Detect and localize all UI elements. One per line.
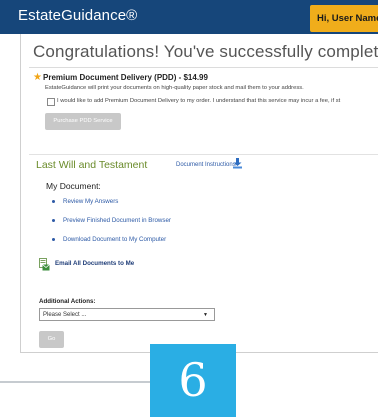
divider (29, 67, 378, 68)
divider (29, 154, 378, 155)
download-icon[interactable] (232, 158, 243, 169)
review-answers-link[interactable]: Review My Answers (52, 198, 118, 205)
link-label[interactable]: Download Document to My Computer (63, 236, 166, 243)
bullet (52, 218, 55, 222)
download-document-link[interactable]: Download Document to My Computer (52, 236, 166, 243)
section-title: Last Will and Testament (36, 159, 148, 171)
decorative-line (0, 381, 150, 383)
bullet (52, 199, 55, 203)
brand-logo[interactable]: EstateGuidance® (18, 7, 137, 24)
email-document-icon[interactable] (39, 258, 50, 271)
additional-actions-select[interactable]: Please Select ... ▼ (39, 308, 215, 321)
select-value: Please Select ... (43, 312, 87, 318)
star-icon: ★ (33, 72, 42, 83)
bullet (52, 237, 55, 241)
preview-document-link[interactable]: Preview Finished Document in Browser (52, 217, 171, 224)
document-instructions-link[interactable]: Document Instructions (176, 162, 236, 168)
dropdown-caret-icon: ▼ (203, 312, 208, 318)
pdd-title: Premium Document Delivery (PDD) - $14.99 (43, 73, 208, 82)
email-all-documents-link[interactable]: Email All Documents to Me (55, 260, 134, 267)
content-panel: Congratulations! You've successfully com… (20, 34, 378, 353)
additional-actions-label: Additional Actions: (39, 298, 96, 305)
purchase-pdd-button[interactable]: Purchase PDD Service (45, 113, 121, 130)
go-button[interactable]: Go (39, 331, 64, 348)
step-number-badge: 6 (150, 344, 236, 417)
user-menu-button[interactable]: Hi, User Name (310, 5, 378, 32)
my-document-heading: My Document: (46, 181, 101, 191)
pdd-agree-label[interactable]: I would like to add Premium Document Del… (57, 98, 340, 104)
link-label[interactable]: Review My Answers (63, 198, 118, 205)
congrats-heading: Congratulations! You've successfully com… (33, 42, 378, 61)
pdd-agree-checkbox[interactable] (47, 98, 55, 106)
link-label[interactable]: Preview Finished Document in Browser (63, 217, 171, 224)
pdd-description: EstateGuidance will print your documents… (45, 85, 304, 91)
